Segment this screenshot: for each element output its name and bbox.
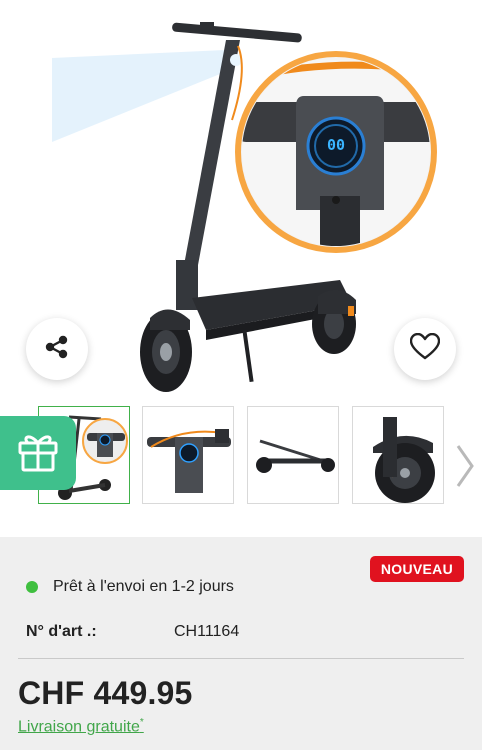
share-icon	[44, 334, 70, 365]
availability-text: Prêt à l'envoi en 1-2 jours	[53, 578, 234, 595]
thumbnail-3[interactable]	[247, 406, 339, 504]
availability-status: Prêt à l'envoi en 1-2 jours	[26, 578, 234, 596]
free-shipping-link[interactable]: Livraison gratuite*	[18, 717, 144, 736]
divider	[18, 658, 464, 659]
thumbnail-4[interactable]	[352, 406, 444, 504]
product-page: 00 NOUVEAU Prêt à l'envoi en 1-2 jours N…	[0, 0, 482, 750]
free-shipping-label: Livraison gratuite	[18, 718, 140, 736]
heart-icon	[409, 332, 441, 366]
product-main-image[interactable]: 00	[0, 0, 482, 400]
gift-promo-tab[interactable]	[0, 416, 76, 490]
new-badge: NOUVEAU	[369, 556, 464, 582]
favorite-button[interactable]	[394, 318, 456, 380]
article-number-value: CH11164	[174, 623, 240, 640]
display-reading: 00	[326, 136, 346, 154]
share-button[interactable]	[26, 318, 88, 380]
thumbnail-next-button[interactable]	[448, 438, 482, 498]
gift-icon	[16, 429, 60, 478]
shipping-footnote-mark: *	[139, 717, 144, 728]
availability-dot-icon	[26, 581, 38, 593]
article-number-label: N° d'art .:	[26, 623, 97, 640]
article-number-row: N° d'art .: CH11164	[26, 623, 239, 641]
product-info-panel: NOUVEAU Prêt à l'envoi en 1-2 jours N° d…	[0, 537, 482, 750]
product-price: CHF 449.95	[18, 675, 193, 711]
chevron-right-icon	[454, 442, 476, 495]
thumbnail-2[interactable]	[142, 406, 234, 504]
